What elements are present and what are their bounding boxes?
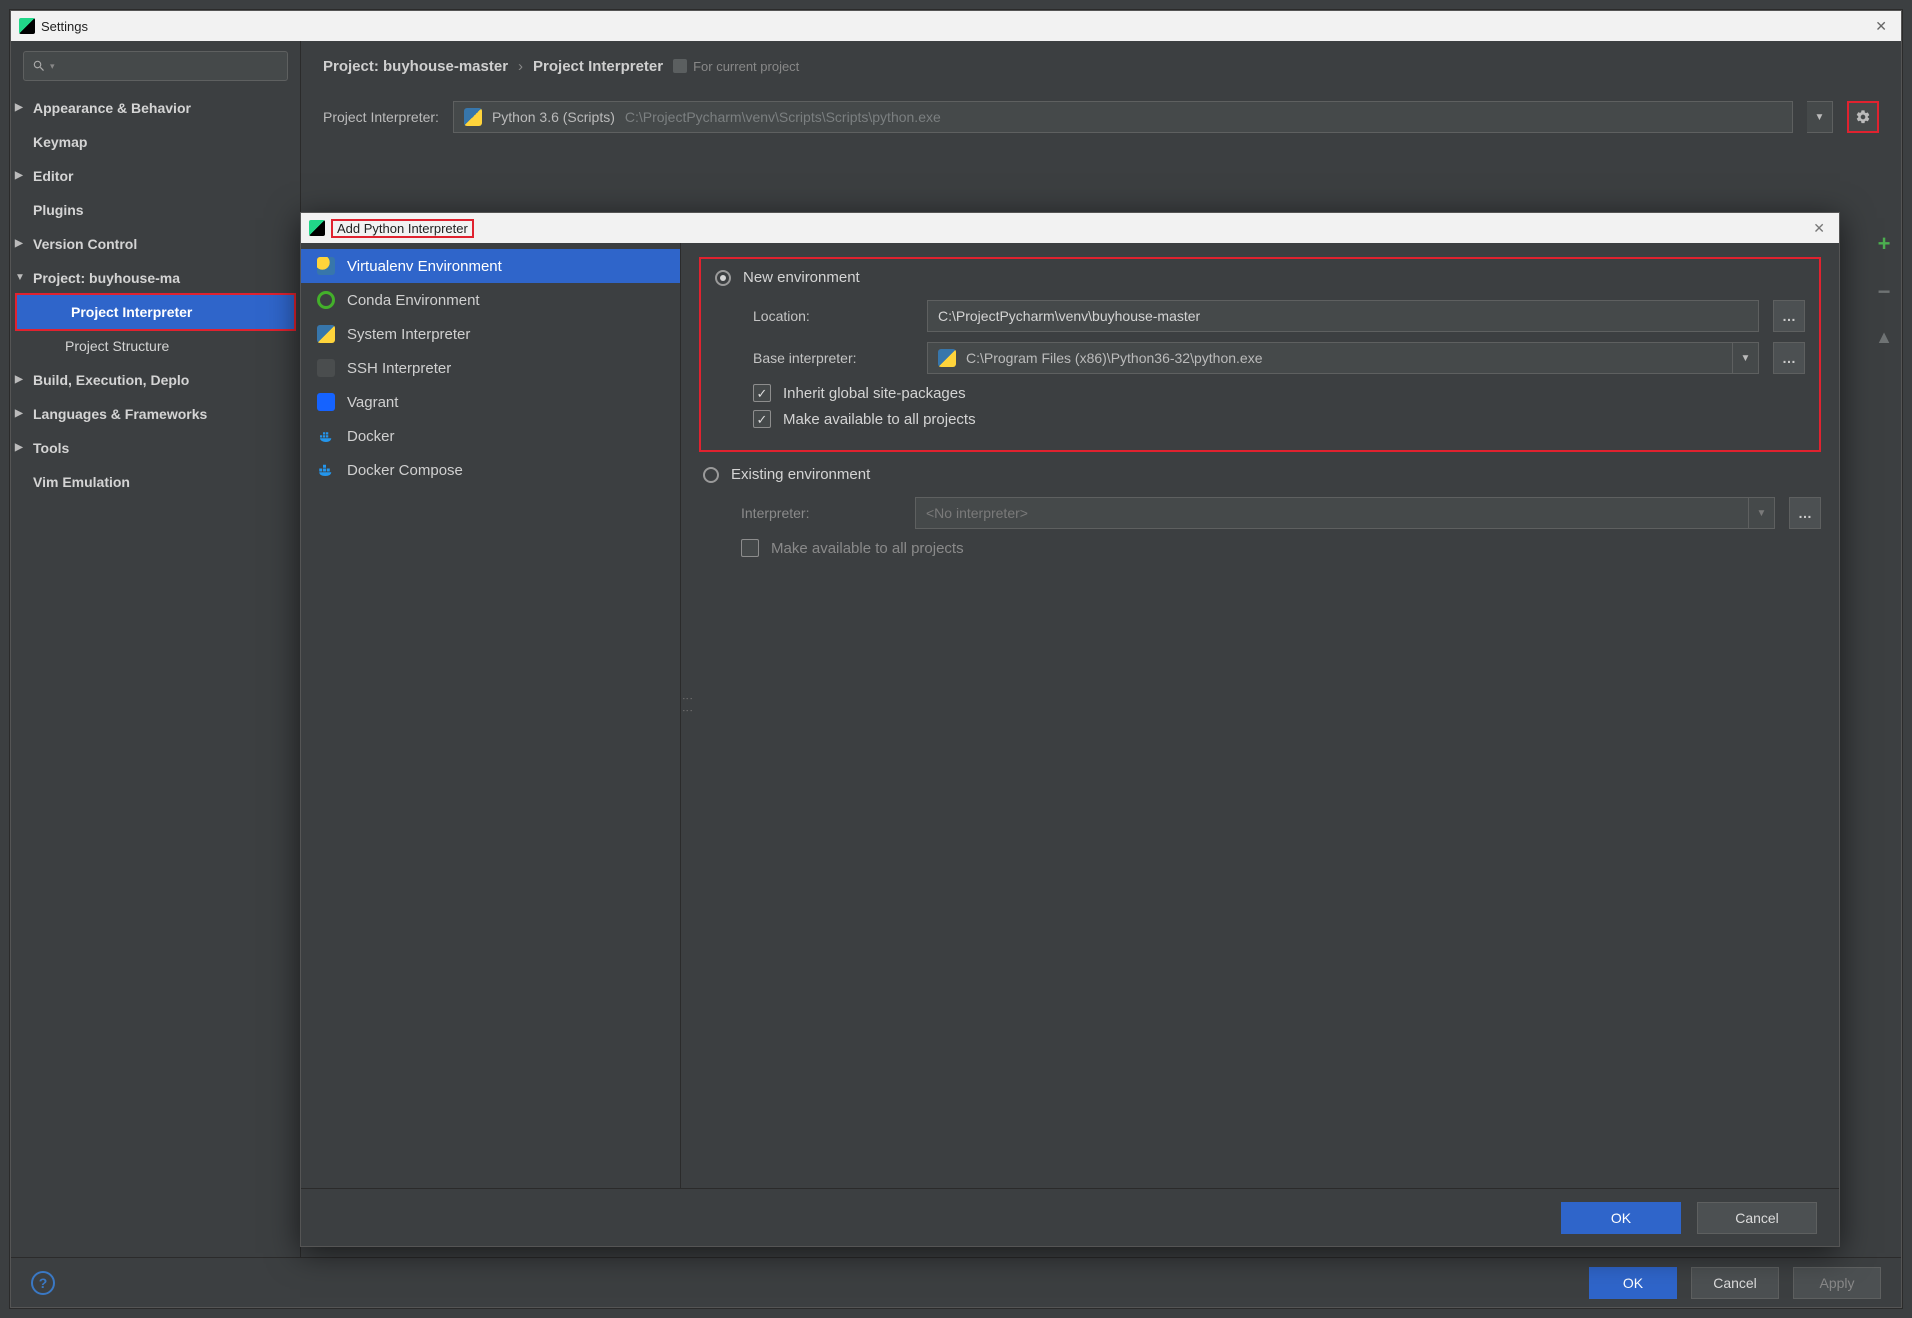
- sidebar-item-build[interactable]: ▶Build, Execution, Deplo: [11, 363, 300, 397]
- interpreter-gear-button[interactable]: [1847, 101, 1879, 133]
- sidebar-item-project-interpreter[interactable]: Project Interpreter: [17, 295, 294, 329]
- radio-unchecked-icon: [703, 467, 719, 483]
- interpreter-dropdown-caret-icon[interactable]: ▼: [1807, 101, 1833, 133]
- breadcrumb: Project: buyhouse-master › Project Inter…: [301, 41, 1901, 91]
- location-label: Location:: [753, 308, 913, 324]
- dialog-footer: OK Cancel: [301, 1188, 1839, 1246]
- dialog-close-icon[interactable]: ✕: [1807, 220, 1831, 237]
- settings-title: Settings: [41, 19, 88, 34]
- location-browse-button[interactable]: …: [1773, 300, 1805, 332]
- checkbox-existing-make-available: Make available to all projects: [741, 539, 1821, 557]
- sidebar-item-vim[interactable]: Vim Emulation: [11, 465, 300, 499]
- settings-search-input[interactable]: ▾: [23, 51, 288, 81]
- location-input[interactable]: C:\ProjectPycharm\venv\buyhouse-master: [927, 300, 1759, 332]
- settings-sidebar: ▾ ▶Appearance & Behavior Keymap ▶Editor …: [11, 41, 301, 1257]
- upgrade-package-button[interactable]: ▲: [1875, 327, 1893, 348]
- dialog-titlebar: Add Python Interpreter ✕: [301, 213, 1839, 243]
- dialog-item-ssh[interactable]: SSH Interpreter: [301, 351, 680, 385]
- base-interpreter-label: Base interpreter:: [753, 350, 913, 366]
- existing-interpreter-caret-icon[interactable]: ▼: [1749, 497, 1775, 529]
- vagrant-icon: [317, 393, 335, 411]
- radio-existing-environment[interactable]: Existing environment: [703, 466, 1821, 483]
- for-current-project-badge: For current project: [673, 59, 799, 74]
- base-interpreter-browse-button[interactable]: …: [1773, 342, 1805, 374]
- help-button[interactable]: ?: [31, 1271, 55, 1295]
- dialog-item-virtualenv[interactable]: Virtualenv Environment: [301, 249, 680, 283]
- conda-icon: [317, 291, 335, 309]
- sidebar-item-version-control[interactable]: ▶Version Control: [11, 227, 300, 261]
- existing-interpreter-browse-button[interactable]: …: [1789, 497, 1821, 529]
- base-interpreter-caret-icon[interactable]: ▼: [1733, 342, 1759, 374]
- search-dropdown-icon: ▾: [50, 61, 55, 72]
- docker-compose-icon: [317, 461, 335, 479]
- dialog-ok-button[interactable]: OK: [1561, 1202, 1681, 1234]
- sidebar-item-appearance[interactable]: ▶Appearance & Behavior: [11, 91, 300, 125]
- sidebar-item-languages[interactable]: ▶Languages & Frameworks: [11, 397, 300, 431]
- dialog-sidebar: Virtualenv Environment Conda Environment…: [301, 243, 681, 1188]
- sidebar-item-plugins[interactable]: Plugins: [11, 193, 300, 227]
- existing-environment-panel: Existing environment Interpreter: <No in…: [699, 466, 1821, 557]
- dialog-cancel-button[interactable]: Cancel: [1697, 1202, 1817, 1234]
- existing-interpreter-dropdown[interactable]: <No interpreter>: [915, 497, 1749, 529]
- pycharm-icon: [309, 220, 325, 236]
- dialog-item-conda[interactable]: Conda Environment: [301, 283, 680, 317]
- python-icon: [464, 108, 482, 126]
- settings-apply-button[interactable]: Apply: [1793, 1267, 1881, 1299]
- settings-footer: ? OK Cancel Apply: [11, 1257, 1901, 1307]
- dialog-item-docker-compose[interactable]: Docker Compose: [301, 453, 680, 487]
- dialog-item-vagrant[interactable]: Vagrant: [301, 385, 680, 419]
- search-icon: [32, 59, 46, 73]
- existing-interpreter-label: Interpreter:: [741, 505, 901, 521]
- project-interpreter-label: Project Interpreter:: [323, 109, 439, 125]
- radio-new-environment[interactable]: New environment: [715, 269, 1805, 286]
- sidebar-item-project-structure[interactable]: Project Structure: [11, 329, 300, 363]
- project-badge-icon: [673, 59, 687, 73]
- splitter-handle-icon[interactable]: ⋮⋮: [681, 693, 694, 717]
- radio-checked-icon: [715, 270, 731, 286]
- python-icon: [938, 349, 956, 367]
- checkbox-unchecked-icon: [741, 539, 759, 557]
- package-toolbar: + − ▲: [1867, 211, 1901, 368]
- breadcrumb-project: Project: buyhouse-master: [323, 58, 508, 75]
- project-interpreter-dropdown[interactable]: Python 3.6 (Scripts) C:\ProjectPycharm\v…: [453, 101, 1793, 133]
- terminal-icon: [317, 359, 335, 377]
- python-icon: [317, 325, 335, 343]
- breadcrumb-sep-icon: ›: [518, 58, 523, 75]
- sidebar-item-tools[interactable]: ▶Tools: [11, 431, 300, 465]
- breadcrumb-page: Project Interpreter: [533, 58, 663, 75]
- pycharm-icon: [19, 18, 35, 34]
- checkbox-inherit[interactable]: Inherit global site-packages: [753, 384, 1805, 402]
- docker-icon: [317, 427, 335, 445]
- interpreter-path: C:\ProjectPycharm\venv\Scripts\Scripts\p…: [625, 109, 941, 125]
- sidebar-item-editor[interactable]: ▶Editor: [11, 159, 300, 193]
- gear-icon: [1855, 109, 1871, 125]
- dialog-main: New environment Location: C:\ProjectPych…: [681, 243, 1839, 1188]
- dialog-item-docker[interactable]: Docker: [301, 419, 680, 453]
- settings-ok-button[interactable]: OK: [1589, 1267, 1677, 1299]
- interpreter-name: Python 3.6 (Scripts): [492, 109, 615, 125]
- add-package-button[interactable]: +: [1878, 231, 1891, 257]
- new-environment-panel: New environment Location: C:\ProjectPych…: [699, 257, 1821, 452]
- checkbox-make-available[interactable]: Make available to all projects: [753, 410, 1805, 428]
- add-interpreter-dialog: Add Python Interpreter ✕ Virtualenv Envi…: [300, 212, 1840, 1247]
- dialog-item-system[interactable]: System Interpreter: [301, 317, 680, 351]
- checkbox-checked-icon: [753, 384, 771, 402]
- remove-package-button[interactable]: −: [1878, 279, 1891, 305]
- base-interpreter-dropdown[interactable]: C:\Program Files (x86)\Python36-32\pytho…: [927, 342, 1733, 374]
- settings-cancel-button[interactable]: Cancel: [1691, 1267, 1779, 1299]
- sidebar-item-keymap[interactable]: Keymap: [11, 125, 300, 159]
- settings-titlebar: Settings ✕: [11, 11, 1901, 41]
- dialog-title: Add Python Interpreter: [331, 219, 474, 238]
- settings-close-icon[interactable]: ✕: [1869, 18, 1893, 35]
- virtualenv-icon: [317, 257, 335, 275]
- checkbox-checked-icon: [753, 410, 771, 428]
- sidebar-item-project[interactable]: ▼Project: buyhouse-ma: [11, 261, 300, 295]
